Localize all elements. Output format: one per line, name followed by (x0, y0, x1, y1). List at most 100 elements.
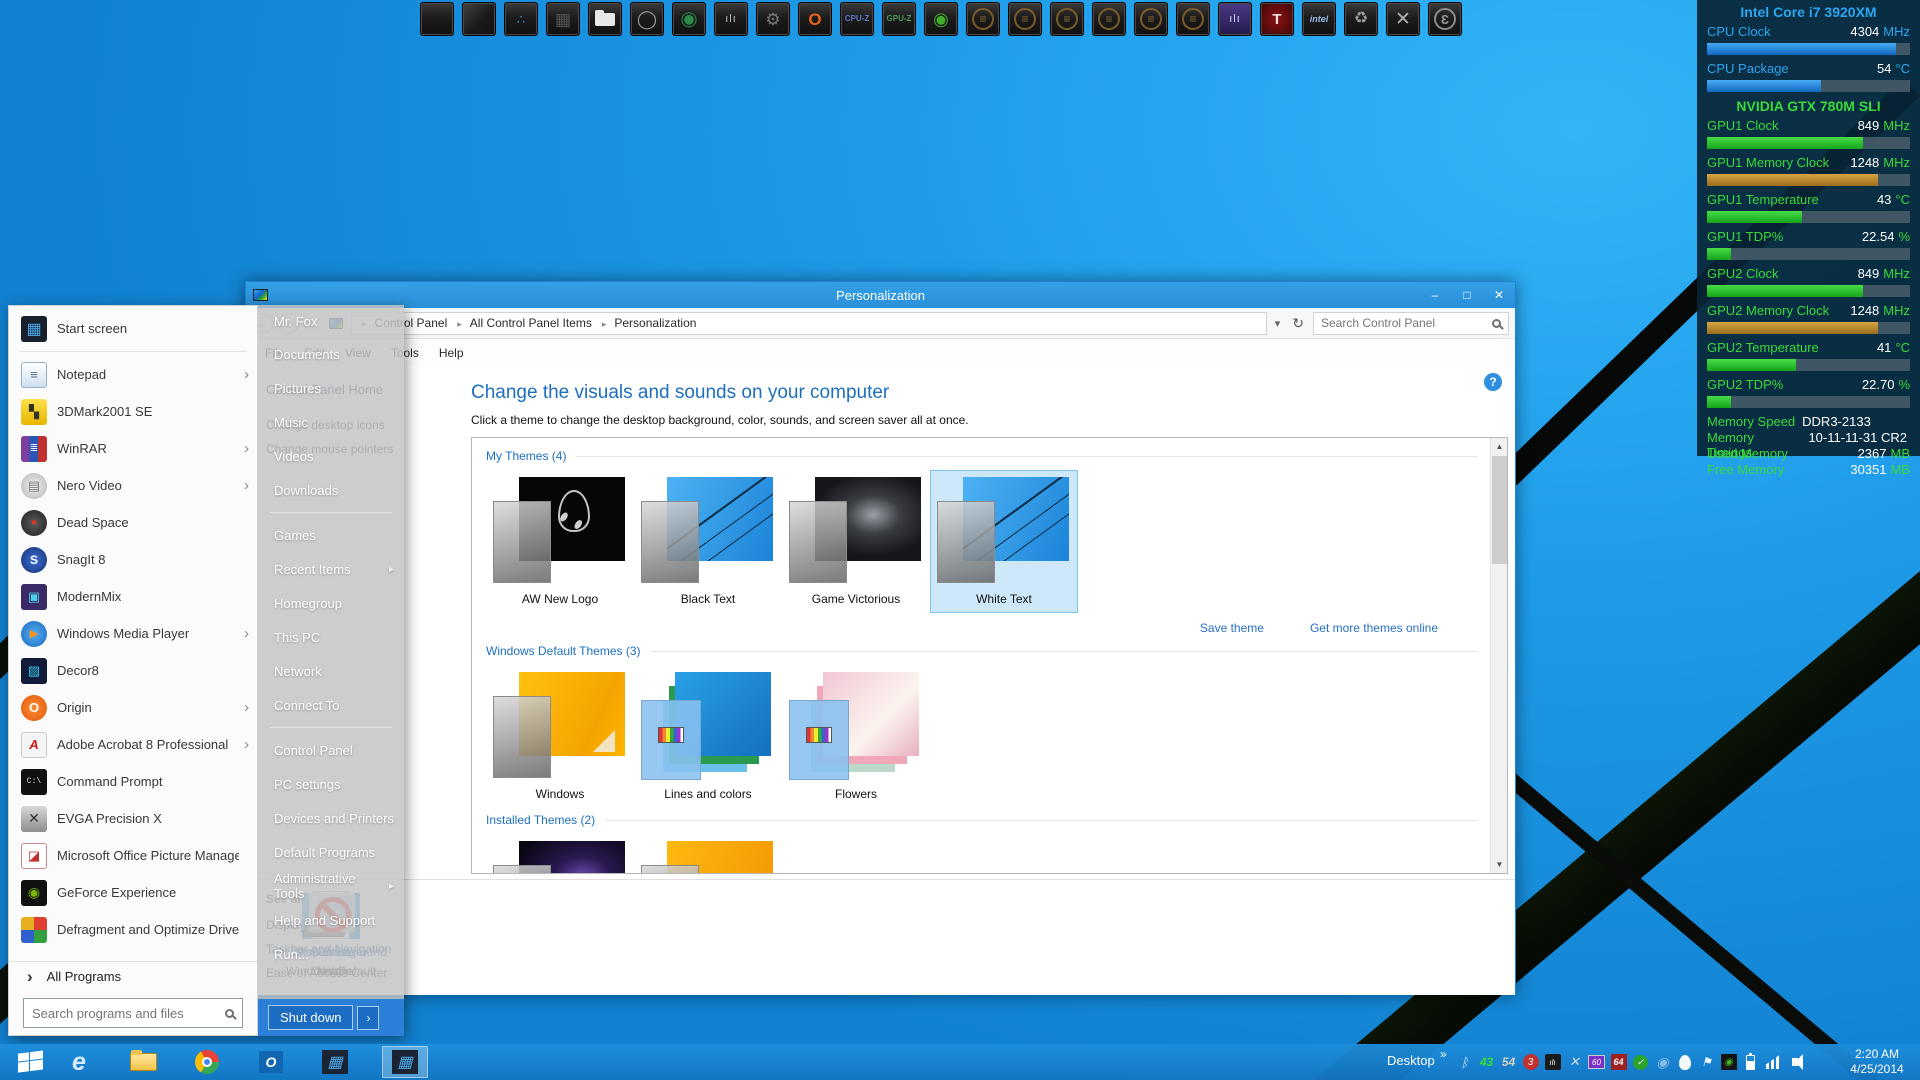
start-menu-place-item[interactable]: PC settings (258, 767, 404, 801)
msi-x-icon[interactable]: ✕ (1566, 1051, 1583, 1073)
theme-item[interactable] (486, 834, 634, 873)
bluetooth-icon[interactable]: ᛒ (1456, 1051, 1473, 1073)
dock-steam-icon[interactable]: ⚙ (756, 2, 790, 36)
all-programs-button[interactable]: › All Programs (9, 961, 257, 991)
battery-icon[interactable] (1742, 1051, 1759, 1073)
nvidia-settings-icon[interactable]: ◉ (1720, 1051, 1737, 1073)
signal-strength-icon[interactable] (1764, 1051, 1781, 1073)
start-menu-item[interactable]: ≣ WinRAR › (9, 430, 257, 467)
scroll-down-icon[interactable]: ▼ (1491, 856, 1508, 873)
temperature-54-indicator[interactable]: 54 (1500, 1051, 1517, 1073)
internet-explorer-icon[interactable]: e (62, 1047, 96, 1077)
theme-item[interactable]: Flowers (782, 665, 930, 808)
shut-down-options-arrow[interactable]: › (357, 1006, 379, 1030)
shut-down-button[interactable]: Shut down (268, 1005, 353, 1030)
desktop-toolbar-label[interactable]: Desktop (1387, 1053, 1435, 1068)
search-icon[interactable] (1492, 319, 1501, 328)
dock-app-window-icon[interactable] (420, 2, 454, 36)
dock-folder-icon[interactable] (588, 2, 622, 36)
theme-item[interactable]: Game Victorious (782, 470, 930, 613)
refresh-icon[interactable]: ↻ (1288, 315, 1308, 332)
start-menu-place-item[interactable]: Network (258, 654, 404, 688)
start-menu-item[interactable]: ◉ GeForce Experience (9, 874, 257, 911)
start-menu-place-item[interactable]: Devices and Printers (258, 801, 404, 835)
action-center-flag-icon[interactable]: ⚑ (1698, 1051, 1715, 1073)
start-menu-place-item[interactable]: Recent Items ▸ (258, 552, 404, 586)
dock-gpuz-icon[interactable]: GPU-Z (882, 2, 916, 36)
get-more-themes-link[interactable]: Get more themes online (1310, 621, 1438, 635)
dock-tiles-icon[interactable]: ▦ (546, 2, 580, 36)
start-search-input[interactable] (32, 1006, 219, 1021)
start-menu-place-item[interactable]: Documents (258, 337, 404, 371)
theme-item[interactable]: Lines and colors (634, 665, 782, 808)
theme-item[interactable]: White Text (930, 470, 1078, 613)
theme-item[interactable]: Windows (486, 665, 634, 808)
outlook-icon[interactable]: O (254, 1047, 288, 1077)
search-input[interactable] (1321, 316, 1486, 330)
dock-drive-bay-6-icon[interactable]: ≡ (1176, 2, 1210, 36)
cpu-64-icon[interactable]: 64 (1610, 1051, 1627, 1073)
dock-recycle-icon[interactable]: ♻ (1344, 2, 1378, 36)
start-menu-item[interactable]: S SnagIt 8 (9, 541, 257, 578)
dock-nvidia-icon[interactable]: ◉ (924, 2, 958, 36)
start-menu-place-item[interactable]: Control Panel (258, 733, 404, 767)
start-menu-item[interactable] (19, 351, 247, 352)
window-titlebar[interactable]: Personalization – □ ✕ (246, 282, 1515, 308)
start-menu-item[interactable]: C:\ Command Prompt (9, 763, 257, 800)
start-menu-item[interactable]: ▶ Windows Media Player › (9, 615, 257, 652)
personalization-active-app-icon[interactable]: ▦ (382, 1046, 428, 1078)
scrollbar-thumb[interactable] (1492, 456, 1507, 564)
dock-drive-bay-2-icon[interactable]: ≡ (1008, 2, 1042, 36)
dock-drive-bay-5-icon[interactable]: ≡ (1134, 2, 1168, 36)
dock-mixer-icon[interactable]: ılı (714, 2, 748, 36)
speaker-icon[interactable] (1786, 1051, 1803, 1073)
breadcrumb-item[interactable]: Personalization (598, 316, 701, 330)
theme-item[interactable]: AW New Logo (486, 470, 634, 613)
scrollbar[interactable]: ▲ ▼ (1490, 438, 1507, 873)
start-menu-item[interactable]: ≡ Notepad › (9, 356, 257, 393)
start-menu-item[interactable]: ▣ ModernMix (9, 578, 257, 615)
minimize-button[interactable]: – (1419, 282, 1451, 308)
display-60hz-icon[interactable]: 60 (1588, 1051, 1605, 1073)
dock-drive-bay-4-icon[interactable]: ≡ (1092, 2, 1126, 36)
start-menu-place-item[interactable]: Help and Support (258, 903, 404, 937)
dock-e-ring-icon[interactable]: Ɛ (1428, 2, 1462, 36)
search-icon[interactable] (225, 1009, 234, 1018)
notification-badge-3[interactable]: 3 (1522, 1051, 1539, 1073)
start-menu-place-item[interactable]: Videos (258, 439, 404, 473)
dock-drive-bay-1-icon[interactable]: ≡ (966, 2, 1000, 36)
start-menu-item[interactable]: ▚ 3DMark2001 SE (9, 393, 257, 430)
start-menu-item[interactable]: ◪ Microsoft Office Picture Manager (9, 837, 257, 874)
dock-x-tool-icon[interactable]: ✕ (1386, 2, 1420, 36)
start-menu-place-item[interactable]: Music (258, 405, 404, 439)
start-menu-place-item[interactable]: Default Programs (258, 835, 404, 869)
save-theme-link[interactable]: Save theme (1200, 621, 1264, 635)
theme-item[interactable] (634, 834, 782, 873)
dock-corsair-link-icon[interactable]: ılı (1218, 2, 1252, 36)
start-menu-place-item[interactable]: This PC (258, 620, 404, 654)
dock-intel-core-icon[interactable]: intel (1302, 2, 1336, 36)
address-dropdown-icon[interactable]: ▾ (1272, 317, 1284, 330)
start-menu-item[interactable]: A Adobe Acrobat 8 Professional › (9, 726, 257, 763)
start-menu-item[interactable]: ▦ Start screen (9, 310, 257, 347)
user-name[interactable]: Mr. Fox (258, 305, 404, 337)
start-button[interactable] (10, 1049, 52, 1075)
start-menu-item[interactable]: Defragment and Optimize Drives (9, 911, 257, 948)
temperature-43-indicator[interactable]: 43 (1478, 1051, 1495, 1073)
dock-camera-lens-icon[interactable]: ◉ (672, 2, 706, 36)
start-menu-item[interactable]: ● Dead Space (9, 504, 257, 541)
taskbar-clock[interactable]: 2:20 AM 4/25/2014 (1834, 1047, 1920, 1077)
update-shield-icon[interactable]: ✓ (1632, 1051, 1649, 1073)
start-menu-item[interactable]: O Origin › (9, 689, 257, 726)
start-menu-place-item[interactable] (270, 727, 392, 728)
network-status-icon[interactable]: ◉ (1654, 1051, 1671, 1073)
dock-cpuz-icon[interactable]: CPU-Z (840, 2, 874, 36)
dock-power-ring-icon[interactable]: ◯ (630, 2, 664, 36)
menu-item[interactable]: Help (430, 342, 473, 364)
volume-mixer-icon[interactable]: ılı (1544, 1051, 1561, 1073)
file-explorer-icon[interactable] (126, 1047, 160, 1077)
start-menu-place-item[interactable]: Administrative Tools ▸ (258, 869, 404, 903)
start-menu-item[interactable]: ▨ Decor8 (9, 652, 257, 689)
dock-network-icon[interactable]: ∴ (504, 2, 538, 36)
start-menu-place-item[interactable] (270, 512, 392, 513)
